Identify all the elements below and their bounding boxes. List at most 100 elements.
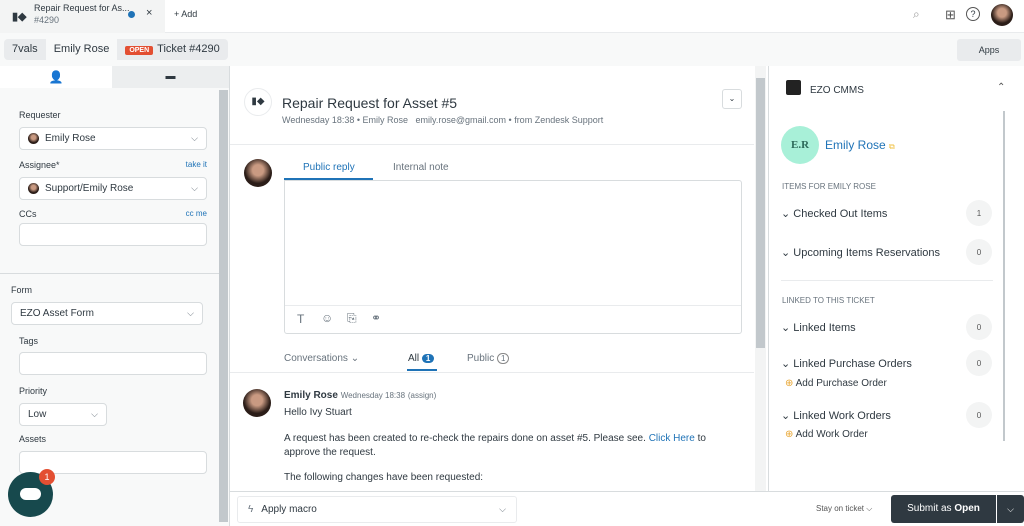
app-name: EZO CMMS <box>810 85 864 96</box>
cc-me-link[interactable]: cc me <box>186 209 207 218</box>
assignee-avatar <box>28 183 39 194</box>
ticket-tab-icon[interactable]: ▬ <box>112 66 229 88</box>
apps-grid-icon[interactable]: ⊞ <box>945 7 956 23</box>
submit-status: Open <box>954 503 980 514</box>
center-scrollbar[interactable] <box>755 66 766 491</box>
ccs-input[interactable] <box>19 223 207 246</box>
help-icon[interactable]: ? <box>966 7 980 21</box>
filter-all[interactable]: All 1 <box>408 353 435 364</box>
submit-options-button[interactable]: ⌵ <box>997 495 1024 523</box>
form-value: EZO Asset Form <box>20 308 94 319</box>
take-it-link[interactable]: take it <box>186 160 207 169</box>
text-format-icon[interactable]: T <box>297 312 304 326</box>
conversations-label: Conversations <box>284 353 348 364</box>
upcoming-reservations[interactable]: ⌄ Upcoming Items Reservations <box>781 246 940 259</box>
link-icon[interactable]: ⚭ <box>371 311 381 325</box>
ticket-tab[interactable]: ▮◆ Repair Request for As... #4290 × <box>0 0 165 33</box>
submit-button[interactable]: Submit as Open <box>891 495 996 523</box>
ccs-label: CCs <box>19 209 37 219</box>
chevron-down-icon: ⌵ <box>91 409 98 419</box>
emoji-icon[interactable]: ☺ <box>321 311 333 325</box>
chat-widget-button[interactable]: 1 <box>8 469 55 517</box>
attachment-icon[interactable]: ⎘ <box>347 311 357 326</box>
lightning-icon: ϟ <box>248 504 254 515</box>
active-filter-indicator <box>407 369 437 371</box>
items-header: ITEMS FOR EMILY ROSE <box>782 182 876 191</box>
form-label: Form <box>11 285 32 295</box>
tags-label: Tags <box>19 336 39 346</box>
click-here-link[interactable]: Click Here <box>649 433 695 444</box>
search-icon[interactable]: ⌕ <box>913 7 920 22</box>
linked-purchase-orders[interactable]: ⌄ Linked Purchase Orders <box>781 357 912 370</box>
filter-public[interactable]: Public 1 <box>467 353 510 364</box>
plus-circle-icon: ⊕ <box>785 429 794 440</box>
conversations-filter[interactable]: Conversations ⌄ <box>284 353 359 364</box>
apps-button[interactable]: Apps <box>957 39 1021 61</box>
external-link-icon: ⧉ <box>889 142 895 151</box>
add-purchase-order-button[interactable]: ⊕ Add Purchase Order <box>785 378 887 389</box>
close-tab-icon[interactable]: × <box>146 7 152 19</box>
tags-input[interactable] <box>19 352 207 375</box>
breadcrumb-org[interactable]: 7vals <box>4 39 46 60</box>
message-body: A request has been created to re-check t… <box>284 432 744 460</box>
divider <box>230 144 754 145</box>
action-label: Add Purchase Order <box>795 378 887 389</box>
ezo-logo-icon <box>786 80 801 95</box>
ticket-properties-panel: 👤 ▬ Requester Emily Rose ⌵ Assignee* take… <box>0 66 230 526</box>
item-label: Linked Work Orders <box>793 410 891 422</box>
item-label: Linked Purchase Orders <box>793 358 912 370</box>
add-tab-button[interactable]: + Add <box>174 9 197 19</box>
linked-items[interactable]: ⌄ Linked Items <box>781 321 856 334</box>
stay-on-ticket-select[interactable]: Stay on ticket ⌵ <box>816 504 872 514</box>
agent-avatar <box>244 159 272 187</box>
checked-out-items[interactable]: ⌄ Checked Out Items <box>781 207 887 220</box>
footer-bar: ϟ Apply macro ⌵ Stay on ticket ⌵ Submit as… <box>230 491 1024 526</box>
user-tab-icon[interactable]: 👤 <box>0 66 112 88</box>
add-work-order-button[interactable]: ⊕ Add Work Order <box>785 429 868 440</box>
reply-editor[interactable]: T ☺ ⎘ ⚭ <box>284 180 742 334</box>
macro-label: Apply macro <box>261 504 317 515</box>
left-scrollbar[interactable] <box>219 90 228 522</box>
item-label: Linked Items <box>793 322 856 334</box>
collapse-chevron-icon[interactable]: ⌃ <box>997 82 1005 93</box>
user-link[interactable]: Emily Rose ⧉ <box>825 138 895 152</box>
message-avatar <box>243 389 271 417</box>
priority-label: Priority <box>19 386 48 396</box>
priority-value: Low <box>28 409 47 420</box>
ticket-number: Ticket #4290 <box>157 43 220 55</box>
message-header: Emily Rose Wednesday 18:38 (assign) <box>284 390 436 401</box>
breadcrumb-ticket[interactable]: OPEN Ticket #4290 <box>117 39 227 60</box>
plus-circle-icon: ⊕ <box>785 378 794 389</box>
message-tag: (assign) <box>407 391 437 400</box>
chat-icon <box>20 488 41 500</box>
ticket-meta: Wednesday 18:38 • Emily Rose emily.rose@… <box>282 115 604 125</box>
public-label: Public <box>467 353 495 364</box>
tab-public-reply[interactable]: Public reply <box>303 162 355 173</box>
requester-label: Requester <box>19 110 61 120</box>
tab-title: Repair Request for As... <box>34 3 130 13</box>
requester-select[interactable]: Emily Rose ⌵ <box>19 127 207 150</box>
breadcrumb-user[interactable]: Emily Rose <box>45 39 118 60</box>
apply-macro-select[interactable]: ϟ Apply macro ⌵ <box>237 496 517 523</box>
tab-internal-note[interactable]: Internal note <box>393 162 449 173</box>
item-count: 0 <box>966 239 992 265</box>
item-label: Checked Out Items <box>793 208 888 220</box>
assignee-select[interactable]: Support/Emily Rose ⌵ <box>19 177 207 200</box>
divider <box>0 273 219 274</box>
action-label: Add Work Order <box>795 429 868 440</box>
ezo-cmms-app-panel: EZO CMMS ⌃ E.R Emily Rose ⧉ ITEMS FOR EM… <box>768 66 1024 491</box>
priority-select[interactable]: Low ⌵ <box>19 403 107 426</box>
message-author: Emily Rose <box>284 390 338 401</box>
message-greeting: Hello Ivy Stuart <box>284 407 352 418</box>
status-badge: OPEN <box>125 46 154 55</box>
user-avatar[interactable] <box>991 4 1013 26</box>
ticket-options-button[interactable]: ⌄ <box>722 89 742 109</box>
user-initials-avatar: E.R <box>781 126 819 164</box>
app-scrollbar[interactable] <box>1003 111 1005 441</box>
zendesk-logo-icon: ▮◆ <box>12 11 27 23</box>
assignee-value: Support/Emily Rose <box>45 183 134 194</box>
user-name: Emily Rose <box>825 138 886 152</box>
form-select[interactable]: EZO Asset Form ⌵ <box>11 302 203 325</box>
linked-work-orders[interactable]: ⌄ Linked Work Orders <box>781 409 891 422</box>
item-count: 0 <box>966 350 992 376</box>
